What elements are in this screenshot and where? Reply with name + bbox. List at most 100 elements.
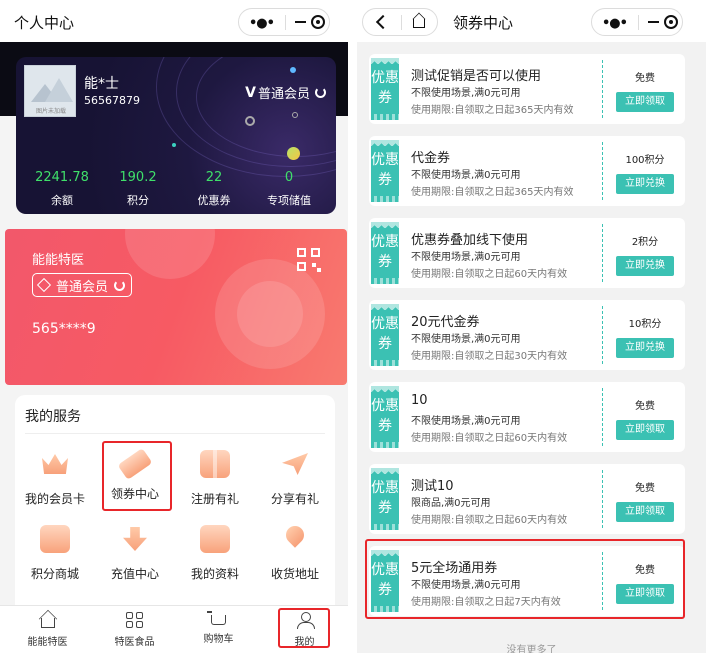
coupon-tag: 优惠券 bbox=[371, 550, 399, 612]
coupon-name: 测试10 bbox=[411, 479, 454, 494]
mini-program-capsule: •●• bbox=[238, 8, 330, 36]
coupon-tag: 优惠券 bbox=[371, 140, 399, 202]
coupon-name: 5元全场通用券 bbox=[411, 561, 498, 576]
close-target-icon[interactable] bbox=[311, 15, 325, 29]
claim-button[interactable]: 立即领取 bbox=[616, 420, 674, 440]
claim-button[interactable]: 立即领取 bbox=[616, 92, 674, 112]
coupon-price: 2积分 bbox=[631, 237, 659, 248]
coupon-desc: 不限使用场景,满0元可用 bbox=[411, 252, 521, 263]
coupon-card: 优惠券 代金券 不限使用场景,满0元可用 使用期限:自领取之日起365天内有效 … bbox=[369, 136, 685, 206]
coupon-card: 优惠券 优惠券叠加线下使用 不限使用场景,满0元可用 使用期限:自领取之日起60… bbox=[369, 218, 685, 288]
user-name: 能*士 bbox=[84, 76, 119, 92]
coupon-name: 优惠券叠加线下使用 bbox=[411, 233, 529, 248]
nav-capsule-left bbox=[362, 8, 438, 36]
coupon-validity: 使用期限:自领取之日起60天内有效 bbox=[411, 433, 568, 444]
close-target-icon[interactable] bbox=[664, 15, 678, 29]
service-profile[interactable]: 我的资料 bbox=[175, 525, 255, 582]
coupon-name: 20元代金券 bbox=[411, 315, 480, 330]
nav-bar: 个人中心 •●• bbox=[0, 0, 348, 42]
tab-home[interactable]: 能能特医 bbox=[4, 612, 91, 648]
profile-screen: 个人中心 •●• 图片未加载 能*士 56567879 V 普通会员 2241.… bbox=[0, 0, 348, 653]
more-icon[interactable]: •●• bbox=[249, 16, 275, 31]
coupon-tag: 优惠券 bbox=[371, 222, 399, 284]
crown-icon bbox=[40, 450, 70, 478]
redeem-button[interactable]: 立即兑换 bbox=[616, 256, 674, 276]
refresh-icon[interactable] bbox=[315, 87, 326, 98]
service-share-gift[interactable]: 分享有礼 bbox=[255, 450, 335, 507]
coupon-tag: 优惠券 bbox=[371, 468, 399, 530]
coupon-desc: 不限使用场景,满0元可用 bbox=[411, 170, 521, 181]
claim-button[interactable]: 立即领取 bbox=[616, 584, 674, 604]
page-title: 个人中心 bbox=[14, 14, 75, 32]
avatar[interactable]: 图片未加载 bbox=[24, 65, 76, 117]
coupon-desc: 不限使用场景,满0元可用 bbox=[411, 88, 521, 99]
recharge-icon bbox=[120, 525, 150, 553]
redeem-button[interactable]: 立即兑换 bbox=[616, 338, 674, 358]
coupon-card: 优惠券 测试促销是否可以使用 不限使用场景,满0元可用 使用期限:自领取之日起3… bbox=[369, 54, 685, 124]
stat-stored-value[interactable]: 0 专项储值 bbox=[249, 170, 329, 208]
coupon-name: 代金券 bbox=[411, 151, 451, 166]
my-services: 我的服务 我的会员卡 领券中心 注册有礼 分享有礼 积分商城 充值中心 我的资料… bbox=[15, 395, 335, 615]
member-card-title: 能能特医 bbox=[32, 253, 85, 268]
coupon-name: 10 bbox=[411, 393, 428, 408]
qr-code-icon[interactable] bbox=[297, 248, 321, 272]
tab-foods[interactable]: 特医食品 bbox=[91, 612, 178, 648]
service-recharge[interactable]: 充值中心 bbox=[95, 525, 175, 582]
coupon-price: 100积分 bbox=[625, 155, 665, 166]
coupon-card: 优惠券 测试10 限商品,满0元可用 使用期限:自领取之日起60天内有效 免费 … bbox=[369, 464, 685, 534]
more-icon[interactable]: •●• bbox=[602, 16, 628, 31]
stat-balance[interactable]: 2241.78 余额 bbox=[22, 170, 102, 208]
redeem-button[interactable]: 立即兑换 bbox=[616, 174, 674, 194]
coupon-validity: 使用期限:自领取之日起365天内有效 bbox=[411, 105, 574, 116]
member-level[interactable]: V 普通会员 bbox=[245, 83, 326, 102]
tab-cart[interactable]: 购物车 bbox=[175, 611, 262, 645]
coupon-desc: 不限使用场景,满0元可用 bbox=[411, 334, 521, 345]
member-code: 565****9 bbox=[32, 321, 96, 337]
coupon-validity: 使用期限:自领取之日起60天内有效 bbox=[411, 515, 568, 526]
coupon-center-screen: 领券中心 •●• 优惠券 测试促销是否可以使用 不限使用场景,满0元可用 使用期… bbox=[357, 0, 706, 653]
coupon-price: 免费 bbox=[635, 73, 655, 84]
points-mall-icon bbox=[40, 525, 70, 553]
person-icon bbox=[296, 612, 315, 629]
member-card[interactable]: 能能特医 普通会员 565****9 bbox=[5, 229, 347, 385]
profile-icon bbox=[200, 525, 230, 553]
service-coupon-center[interactable]: 领券中心 bbox=[95, 448, 175, 502]
minimize-icon[interactable] bbox=[295, 21, 306, 23]
diamond-icon bbox=[36, 277, 52, 293]
coupon-validity: 使用期限:自领取之日起30天内有效 bbox=[411, 351, 568, 362]
coupon-price: 免费 bbox=[635, 483, 655, 494]
coupon-name: 测试促销是否可以使用 bbox=[411, 69, 542, 84]
coupon-card: 优惠券 20元代金券 不限使用场景,满0元可用 使用期限:自领取之日起30天内有… bbox=[369, 300, 685, 370]
service-register-gift[interactable]: 注册有礼 bbox=[175, 450, 255, 507]
coupon-validity: 使用期限:自领取之日起60天内有效 bbox=[411, 269, 568, 280]
stat-points[interactable]: 190.2 积分 bbox=[98, 170, 178, 208]
stat-coupons[interactable]: 22 优惠券 bbox=[174, 170, 254, 208]
nav-bar: 领券中心 •●• bbox=[357, 0, 706, 42]
service-points-mall[interactable]: 积分商城 bbox=[15, 525, 95, 582]
mini-program-capsule: •●• bbox=[591, 8, 683, 36]
claim-button[interactable]: 立即领取 bbox=[616, 502, 674, 522]
coupon-card: 优惠券 10 不限使用场景,满0元可用 使用期限:自领取之日起60天内有效 免费… bbox=[369, 382, 685, 452]
service-member-card[interactable]: 我的会员卡 bbox=[15, 450, 95, 507]
page-title: 领券中心 bbox=[453, 14, 514, 32]
coupon-tag: 优惠券 bbox=[371, 304, 399, 366]
services-title: 我的服务 bbox=[25, 409, 81, 425]
no-more-text: 没有更多了 bbox=[506, 645, 557, 653]
account-card: 图片未加载 能*士 56567879 V 普通会员 2241.78 余额 190… bbox=[16, 57, 336, 214]
home-icon[interactable] bbox=[413, 19, 425, 28]
coupon-card: 优惠券 5元全场通用券 不限使用场景,满0元可用 使用期限:自领取之日起7天内有… bbox=[369, 546, 685, 616]
member-level-badge[interactable]: 普通会员 bbox=[32, 273, 132, 297]
coupon-price: 免费 bbox=[635, 401, 655, 412]
coupon-validity: 使用期限:自领取之日起365天内有效 bbox=[411, 187, 574, 198]
grid-icon bbox=[125, 612, 144, 628]
coupon-price: 免费 bbox=[635, 565, 655, 576]
service-address[interactable]: 收货地址 bbox=[255, 525, 335, 582]
coupon-price: 10积分 bbox=[628, 319, 662, 330]
minimize-icon[interactable] bbox=[648, 21, 659, 23]
coupon-desc: 不限使用场景,满0元可用 bbox=[411, 416, 521, 427]
back-icon[interactable] bbox=[375, 14, 391, 30]
tab-mine[interactable]: 我的 bbox=[261, 612, 348, 648]
coupon-validity: 使用期限:自领取之日起7天内有效 bbox=[411, 597, 561, 608]
coupon-tag: 优惠券 bbox=[371, 386, 399, 448]
ticket-icon bbox=[117, 448, 153, 480]
